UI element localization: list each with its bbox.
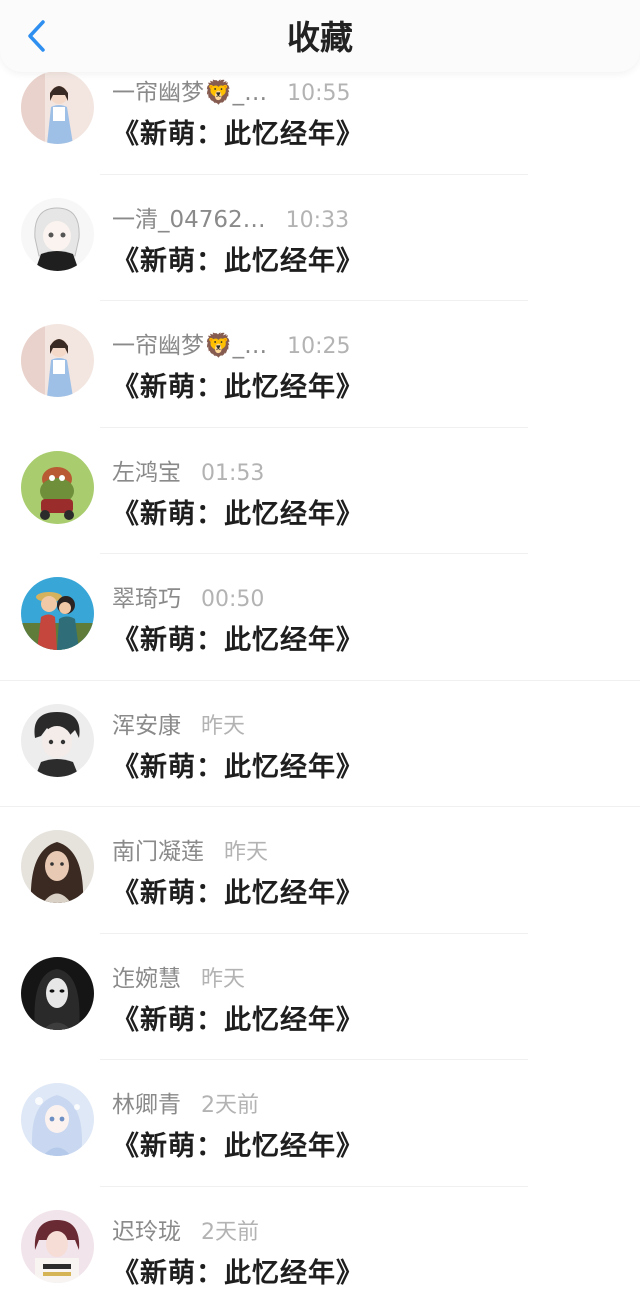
user-name: 一清_04762…: [112, 200, 266, 234]
user-name: 浑安康: [112, 706, 181, 740]
item-title: 《新萌：此忆经年》: [112, 998, 364, 1037]
list-item[interactable]: 左鸿宝 01:53 《新萌：此忆经年》: [0, 428, 640, 555]
timestamp: 2天前: [201, 1214, 259, 1246]
avatar[interactable]: [21, 704, 94, 777]
avatar[interactable]: [21, 324, 94, 397]
item-title: 《新萌：此忆经年》: [112, 1124, 364, 1163]
item-meta: 翠琦巧 00:50: [112, 579, 264, 607]
avatar[interactable]: [21, 957, 94, 1030]
timestamp: 昨天: [201, 961, 245, 993]
list-item[interactable]: 迟玲珑 2天前 《新萌：此忆经年》: [0, 1187, 640, 1313]
timestamp: 10:55: [287, 81, 350, 106]
avatar[interactable]: [21, 577, 94, 650]
item-title: 《新萌：此忆经年》: [112, 112, 364, 151]
user-name: 南门凝莲: [112, 832, 204, 866]
user-name: 迟玲珑: [112, 1212, 181, 1246]
user-name: 林卿青: [112, 1085, 181, 1119]
timestamp: 10:25: [287, 334, 350, 359]
item-title: 《新萌：此忆经年》: [112, 871, 364, 910]
user-name: 一帘幽梦🦁_…: [112, 326, 267, 360]
timestamp: 00:50: [201, 587, 264, 612]
avatar[interactable]: [21, 1083, 94, 1156]
user-name: 迮婉慧: [112, 959, 181, 993]
avatar[interactable]: [21, 451, 94, 524]
favorites-list: 一帘幽梦🦁_… 10:55 《新萌：此忆经年》 一清_04762… 10:33 …: [0, 48, 640, 1313]
timestamp: 昨天: [224, 834, 268, 866]
list-item[interactable]: 林卿青 2天前 《新萌：此忆经年》: [0, 1060, 640, 1187]
list-item[interactable]: 浑安康 昨天 《新萌：此忆经年》: [0, 681, 640, 808]
item-title: 《新萌：此忆经年》: [112, 365, 364, 404]
avatar[interactable]: [21, 198, 94, 271]
timestamp: 01:53: [201, 461, 264, 486]
item-meta: 一帘幽梦🦁_… 10:25: [112, 326, 351, 354]
user-name: 翠琦巧: [112, 579, 181, 613]
avatar[interactable]: [21, 830, 94, 903]
item-meta: 一帘幽梦🦁_… 10:55: [112, 73, 351, 101]
item-title: 《新萌：此忆经年》: [112, 239, 364, 278]
list-item[interactable]: 南门凝莲 昨天 《新萌：此忆经年》: [0, 807, 640, 934]
item-title: 《新萌：此忆经年》: [112, 492, 364, 531]
list-item[interactable]: 迮婉慧 昨天 《新萌：此忆经年》: [0, 934, 640, 1061]
user-name: 左鸿宝: [112, 453, 181, 487]
list-item[interactable]: 翠琦巧 00:50 《新萌：此忆经年》: [0, 554, 640, 681]
avatar[interactable]: [21, 1210, 94, 1283]
item-meta: 左鸿宝 01:53: [112, 453, 264, 481]
item-title: 《新萌：此忆经年》: [112, 618, 364, 657]
item-meta: 林卿青 2天前: [112, 1085, 259, 1113]
item-meta: 迮婉慧 昨天: [112, 959, 245, 987]
timestamp: 2天前: [201, 1087, 259, 1119]
list-item[interactable]: 一帘幽梦🦁_… 10:25 《新萌：此忆经年》: [0, 301, 640, 428]
item-meta: 迟玲珑 2天前: [112, 1212, 259, 1240]
list-item[interactable]: 一清_04762… 10:33 《新萌：此忆经年》: [0, 175, 640, 302]
page-title: 收藏: [0, 14, 640, 62]
nav-bar: 收藏: [0, 0, 640, 72]
timestamp: 10:33: [286, 208, 349, 233]
timestamp: 昨天: [201, 708, 245, 740]
item-meta: 浑安康 昨天: [112, 706, 245, 734]
item-title: 《新萌：此忆经年》: [112, 745, 364, 784]
item-meta: 南门凝莲 昨天: [112, 832, 268, 860]
item-title: 《新萌：此忆经年》: [112, 1251, 364, 1290]
user-name: 一帘幽梦🦁_…: [112, 73, 267, 107]
avatar[interactable]: [21, 71, 94, 144]
item-meta: 一清_04762… 10:33: [112, 200, 349, 228]
